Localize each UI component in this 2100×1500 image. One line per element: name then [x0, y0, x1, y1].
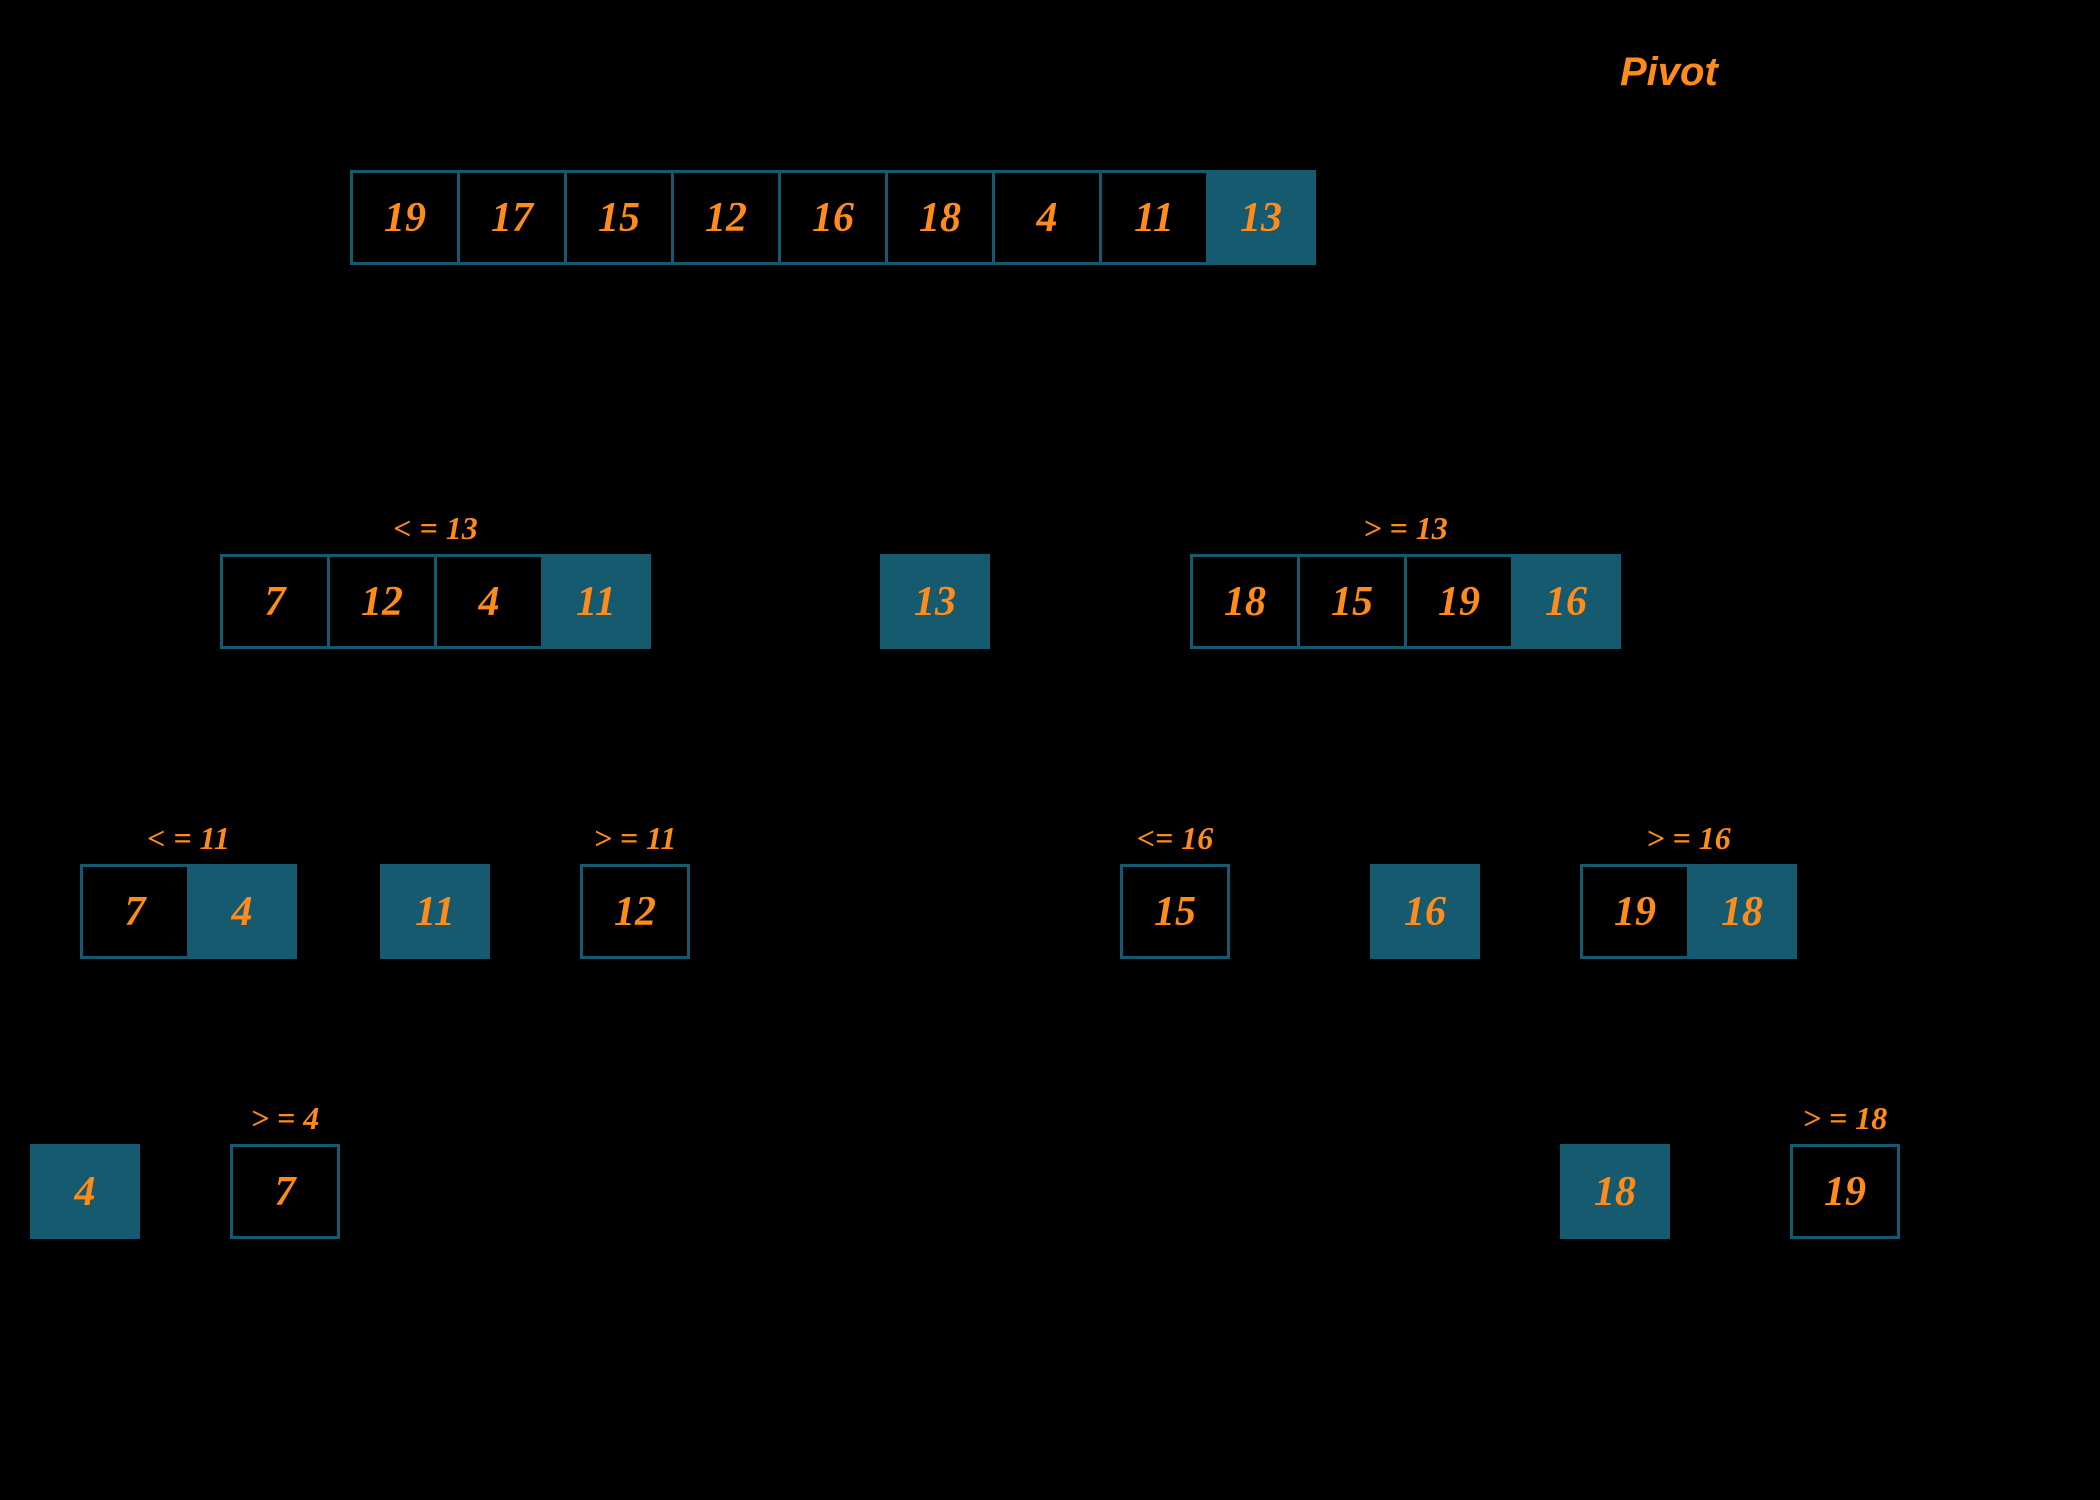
cells-row: 16: [1370, 864, 1480, 959]
array-cell: 15: [564, 170, 674, 265]
pivot-cell: 18: [1687, 864, 1797, 959]
partition-label: > = 11: [594, 820, 677, 856]
array-group: > = 4 7: [230, 1100, 340, 1239]
partition-label: > = 4: [251, 1100, 319, 1136]
array-group: 16: [1370, 820, 1480, 959]
cells-row: 15: [1120, 864, 1230, 959]
array-cell: 7: [230, 1144, 340, 1239]
array-group: 11: [380, 820, 490, 959]
pivot-cell: 4: [187, 864, 297, 959]
array-cell: 19: [350, 170, 460, 265]
array-group-root: 19171512161841113: [350, 170, 1316, 265]
array-group: > = 16 1918: [1580, 820, 1797, 959]
pivot-cell: 13: [880, 554, 990, 649]
cells-row: 19171512161841113: [350, 170, 1316, 265]
partition-label: > = 13: [1363, 510, 1447, 546]
cells-row: 1918: [1580, 864, 1797, 959]
array-cell: 19: [1580, 864, 1690, 959]
cells-row: 19: [1790, 1144, 1900, 1239]
partition-label: < = 11: [147, 820, 230, 856]
array-cell: 18: [1190, 554, 1300, 649]
cells-row: 74: [80, 864, 297, 959]
partition-label: > = 16: [1646, 820, 1730, 856]
array-group: < = 13 712411: [220, 510, 651, 649]
array-cell: 7: [220, 554, 330, 649]
array-cell: 11: [1099, 170, 1209, 265]
partition-label: <= 16: [1137, 820, 1213, 856]
pivot-label: Pivot: [1620, 50, 1718, 95]
partition-label: > = 18: [1803, 1100, 1887, 1136]
pivot-cell: 11: [541, 554, 651, 649]
array-cell: 12: [671, 170, 781, 265]
pivot-cell: 13: [1206, 170, 1316, 265]
array-cell: 12: [580, 864, 690, 959]
array-cell: 12: [327, 554, 437, 649]
cells-row: 712411: [220, 554, 651, 649]
array-group: <= 16 15: [1120, 820, 1230, 959]
pivot-cell: 18: [1560, 1144, 1670, 1239]
cells-row: 18: [1560, 1144, 1670, 1239]
pivot-cell: 4: [30, 1144, 140, 1239]
array-group: > = 11 12: [580, 820, 690, 959]
pivot-cell: 16: [1370, 864, 1480, 959]
cells-row: 12: [580, 864, 690, 959]
array-cell: 15: [1120, 864, 1230, 959]
array-group: 4: [30, 1100, 140, 1239]
array-cell: 18: [885, 170, 995, 265]
partition-label: < = 13: [393, 510, 477, 546]
array-cell: 16: [778, 170, 888, 265]
array-group: 13: [880, 510, 990, 649]
cells-row: 13: [880, 554, 990, 649]
array-group: < = 11 74: [80, 820, 297, 959]
array-cell: 17: [457, 170, 567, 265]
array-group: 18: [1560, 1100, 1670, 1239]
array-cell: 4: [992, 170, 1102, 265]
pivot-cell: 16: [1511, 554, 1621, 649]
array-cell: 19: [1404, 554, 1514, 649]
cells-row: 7: [230, 1144, 340, 1239]
array-cell: 15: [1297, 554, 1407, 649]
cells-row: 11: [380, 864, 490, 959]
array-group: > = 18 19: [1790, 1100, 1900, 1239]
array-cell: 4: [434, 554, 544, 649]
array-cell: 19: [1790, 1144, 1900, 1239]
array-group: > = 13 18151916: [1190, 510, 1621, 649]
cells-row: 4: [30, 1144, 140, 1239]
array-cell: 7: [80, 864, 190, 959]
cells-row: 18151916: [1190, 554, 1621, 649]
pivot-cell: 11: [380, 864, 490, 959]
